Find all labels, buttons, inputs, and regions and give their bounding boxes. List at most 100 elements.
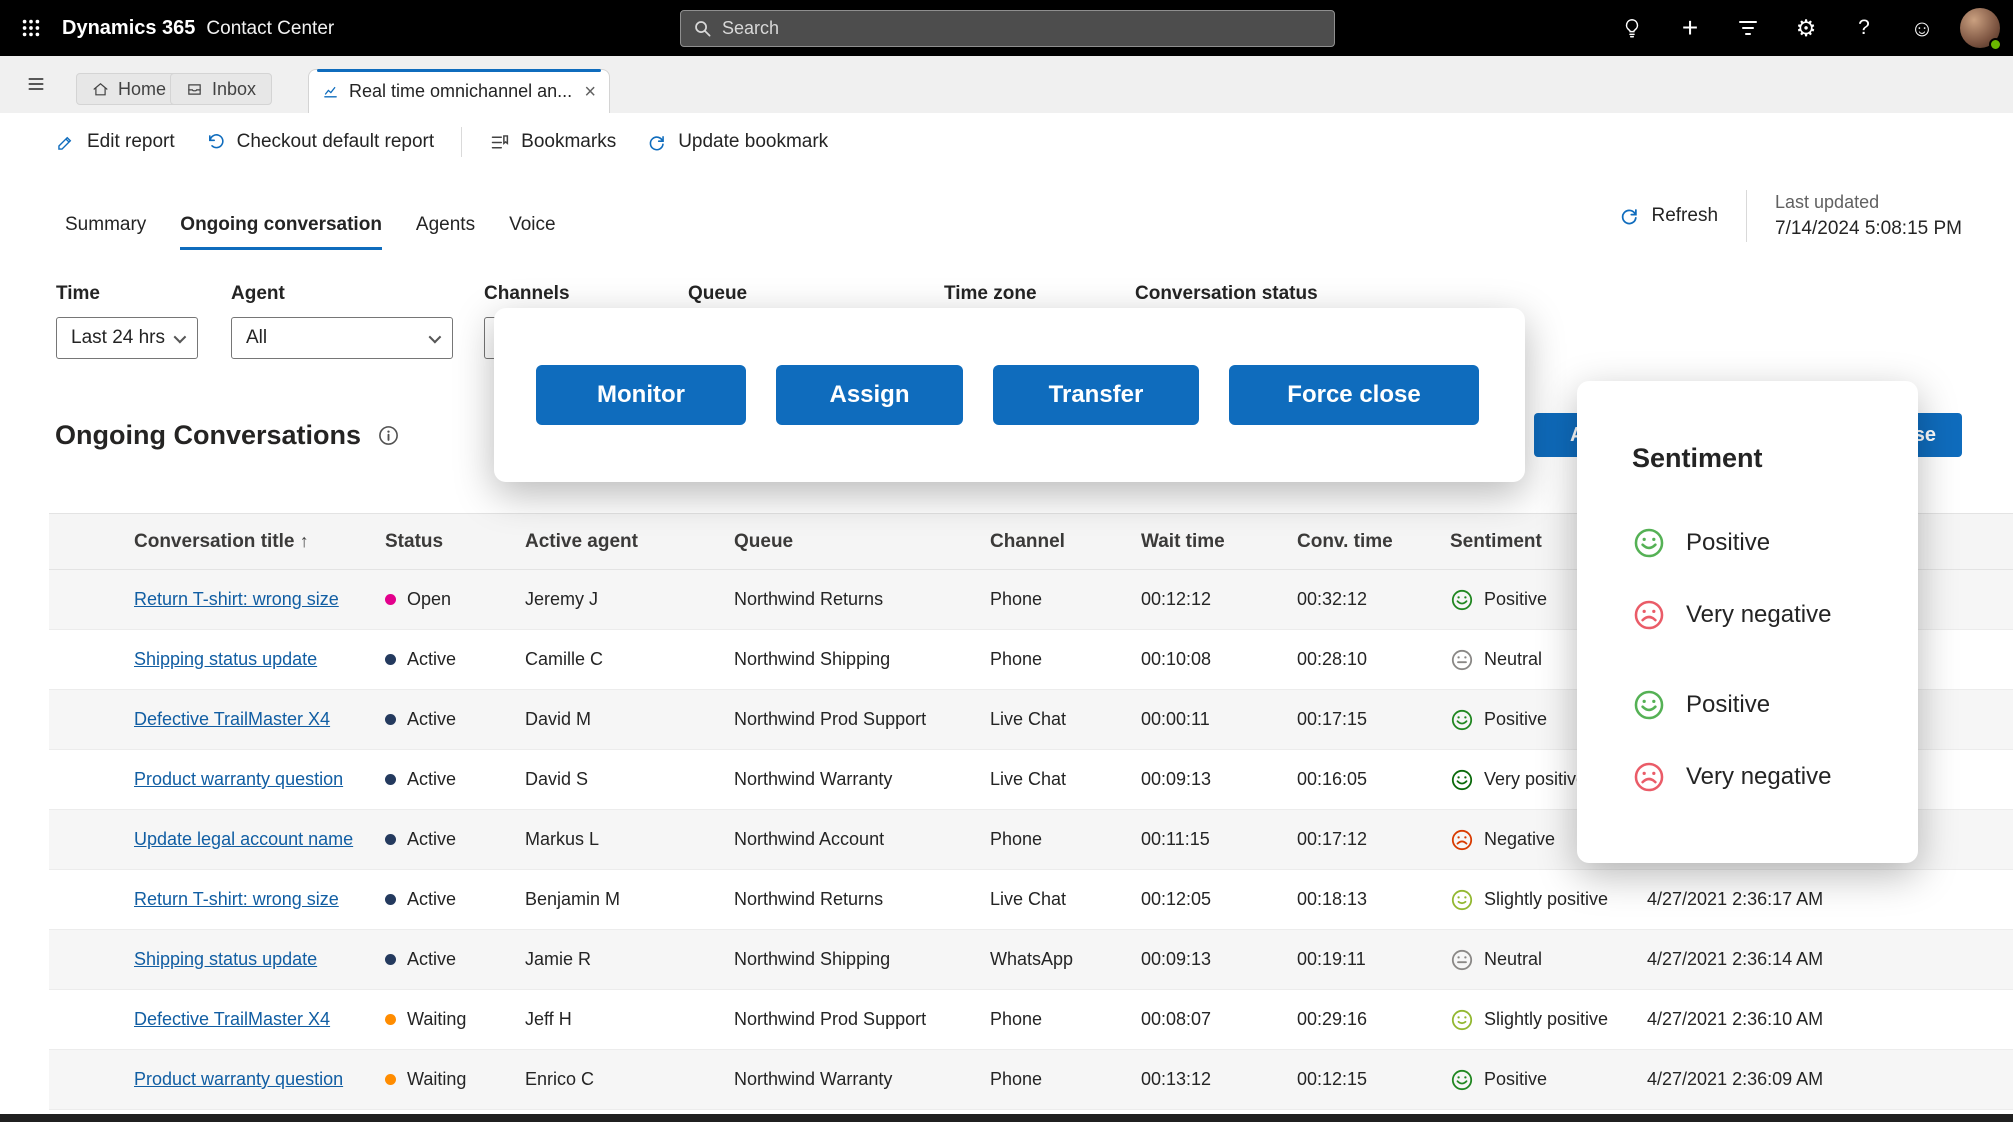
sentiment-label: Negative: [1484, 829, 1556, 849]
conv-time-cell: 00:18:13: [1297, 889, 1368, 909]
sentiment-label: Slightly positive: [1484, 1009, 1609, 1029]
wait-time-cell: 00:09:13: [1141, 769, 1212, 789]
table-row[interactable]: Defective TrailMaster X4 Waiting Jeff H Nor…: [49, 990, 2013, 1050]
account-menu[interactable]: [1951, 0, 2009, 56]
close-tab-button[interactable]: ×: [584, 82, 596, 102]
filter-value: All: [246, 327, 268, 348]
table-row[interactable]: Return T-shirt: wrong size Active Benjamin…: [49, 870, 2013, 930]
last-updated-label: Last updated: [1775, 192, 1880, 212]
tab-voice[interactable]: Voice: [509, 214, 555, 250]
sentiment-legend-item: Very negative: [1632, 760, 1898, 794]
status-cell: Active: [385, 829, 525, 850]
checkout-default-report-button[interactable]: Checkout default report: [190, 122, 450, 162]
vertical-divider: [1746, 190, 1748, 242]
info-icon[interactable]: [378, 425, 399, 446]
sentiment-label: Positive: [1484, 589, 1548, 609]
tab-realtime-analytics[interactable]: Real time omnichannel an... ×: [308, 69, 610, 113]
conversation-title-link[interactable]: Shipping status update: [134, 649, 317, 669]
bookmarks-button[interactable]: Bookmarks: [474, 122, 631, 162]
conv-time-cell: 00:19:11: [1297, 949, 1366, 969]
bottom-edge: [0, 1114, 2013, 1122]
active-agent-cell: Camille C: [525, 649, 604, 669]
column-header[interactable]: Wait time: [1141, 531, 1297, 553]
start-time-cell: 4/27/2021 2:36:17 AM: [1647, 889, 1824, 909]
feedback-smiley-icon: ☺: [1910, 14, 1934, 41]
conv-time-cell: 00:17:12: [1297, 829, 1368, 849]
status-label: Active: [407, 949, 457, 969]
close-icon: ×: [584, 80, 596, 103]
app-window: Dynamics 365 Contact Center + ⚙: [0, 0, 2013, 1122]
sentiment-legend-label: Very negative: [1686, 601, 1832, 628]
conversation-title-link[interactable]: Return T-shirt: wrong size: [134, 589, 339, 609]
filter-dropdown[interactable]: All: [231, 317, 453, 359]
edit-report-label: Edit report: [87, 131, 175, 152]
wait-time-cell: 00:08:07: [1141, 1009, 1212, 1029]
sentiment-icon: [1632, 760, 1666, 794]
tab-agents[interactable]: Agents: [416, 214, 475, 250]
conv-time-cell: 00:16:05: [1297, 769, 1368, 789]
monitor-callout-button[interactable]: Monitor: [536, 365, 746, 425]
assign-callout-button[interactable]: Assign: [776, 365, 963, 425]
force-close-callout-button[interactable]: Force close: [1229, 365, 1479, 425]
checkout-default-report-label: Checkout default report: [236, 131, 435, 152]
update-bookmark-button[interactable]: Update bookmark: [631, 122, 843, 162]
sentiment-icon: [1450, 588, 1474, 612]
column-header[interactable]: Status: [385, 531, 525, 553]
insights-button[interactable]: [1603, 0, 1661, 56]
feedback-button[interactable]: ☺: [1893, 0, 1951, 56]
tab-summary[interactable]: Summary: [65, 214, 146, 250]
conversation-title-link[interactable]: Update legal account name: [134, 829, 353, 849]
conversation-title-link[interactable]: Defective TrailMaster X4: [134, 709, 330, 729]
inbox-icon: [188, 83, 201, 95]
refresh-area: Refresh Last updated 7/14/2024 5:08:15 P…: [1618, 190, 1962, 242]
help-button[interactable]: ?: [1835, 0, 1893, 56]
filter-dropdown[interactable]: Last 24 hrs: [56, 317, 198, 359]
edit-report-button[interactable]: Edit report: [40, 122, 190, 162]
status-cell: Active: [385, 769, 525, 790]
global-search-box[interactable]: [680, 10, 1335, 47]
status-cell: Active: [385, 889, 525, 910]
queue-cell: Northwind Prod Support: [734, 1009, 927, 1029]
conv-time-cell: 00:32:12: [1297, 589, 1368, 609]
conversation-title-link[interactable]: Defective TrailMaster X4: [134, 1009, 330, 1029]
column-header[interactable]: Active agent: [525, 531, 734, 553]
search-input[interactable]: [722, 18, 1322, 39]
conversation-title-link[interactable]: Product warranty question: [134, 769, 343, 789]
filter-label: Agent: [231, 283, 285, 304]
transfer-callout-button[interactable]: Transfer: [993, 365, 1199, 425]
table-row[interactable]: Product warranty question Waiting Enrico C…: [49, 1050, 2013, 1110]
wait-time-cell: 00:00:11: [1141, 709, 1210, 729]
status-label: Waiting: [407, 1069, 467, 1089]
bookmarks-label: Bookmarks: [521, 131, 617, 152]
tab-home[interactable]: Home: [76, 73, 183, 105]
wait-time-cell: 00:12:05: [1141, 889, 1212, 909]
column-header[interactable]: Queue: [734, 531, 990, 553]
filter-label: Channels: [484, 283, 570, 304]
settings-button[interactable]: ⚙: [1777, 0, 1835, 56]
column-header[interactable]: Conv. time: [1297, 531, 1450, 553]
tab-ongoing-conversation[interactable]: Ongoing conversation: [180, 214, 382, 250]
sentiment-icon: [1450, 1008, 1474, 1032]
filter-button[interactable]: [1719, 0, 1777, 56]
conversation-title-link[interactable]: Return T-shirt: wrong size: [134, 889, 339, 909]
bulk-actions-callout: Monitor Assign Transfer Force close: [494, 308, 1525, 482]
filter-agent: Agent All: [231, 283, 453, 359]
toolbar-divider: [461, 127, 463, 157]
filter-label: Time zone: [944, 283, 1037, 304]
tab-inbox[interactable]: Inbox: [170, 73, 273, 105]
conversation-title-link[interactable]: Shipping status update: [134, 949, 317, 969]
column-header[interactable]: Channel: [990, 531, 1141, 553]
queue-cell: Northwind Warranty: [734, 1069, 893, 1089]
status-label: Active: [407, 709, 457, 729]
top-navigation-bar: Dynamics 365 Contact Center + ⚙: [0, 0, 2013, 56]
app-launcher-button[interactable]: [0, 0, 62, 56]
refresh-button[interactable]: Refresh: [1618, 205, 1718, 227]
update-bookmark-label: Update bookmark: [678, 131, 829, 152]
site-map-button[interactable]: [14, 64, 58, 104]
table-row[interactable]: Shipping status update Active Jamie R North…: [49, 930, 2013, 990]
conversation-title-link[interactable]: Product warranty question: [134, 1069, 343, 1089]
app-brand[interactable]: Dynamics 365 Contact Center: [62, 17, 334, 40]
sentiment-label: Very positive: [1484, 769, 1587, 789]
add-button[interactable]: +: [1661, 0, 1719, 56]
column-header[interactable]: Conversation title ↑: [134, 531, 385, 553]
